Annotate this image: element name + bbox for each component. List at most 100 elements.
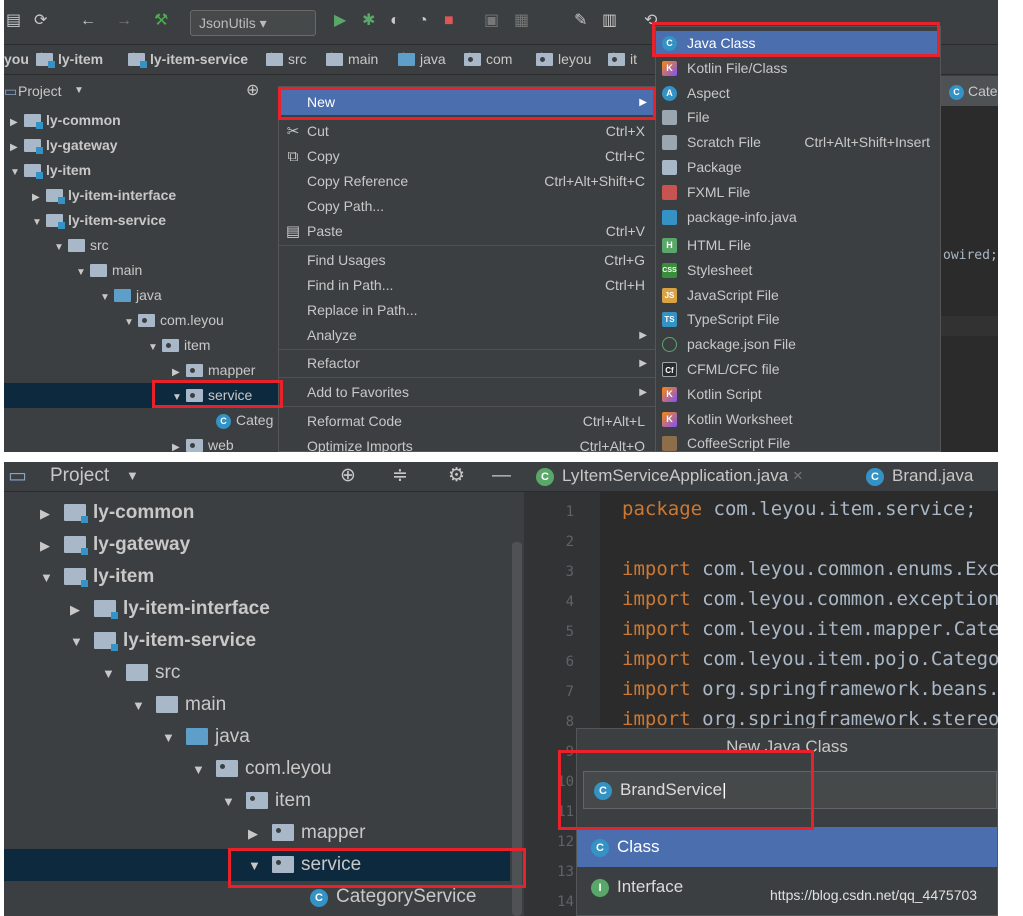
collapse-arrow-icon[interactable]: ▼	[132, 690, 156, 722]
submenu-item-stylesheet[interactable]: CSS Stylesheet	[656, 258, 940, 283]
back-icon[interactable]: ←	[80, 11, 96, 31]
run-config-combo[interactable]: JsonUtils ▾	[190, 10, 316, 36]
build-artifacts-icon[interactable]: ▣	[484, 11, 499, 31]
submenu-item-java-class[interactable]: C Java Class	[656, 31, 940, 56]
collapse-arrow-icon[interactable]: ▼	[100, 285, 114, 310]
breadcrumb-item[interactable]: 〉ly-item-service	[128, 45, 248, 74]
chevron-down-icon[interactable]: ▼	[74, 76, 84, 106]
breadcrumb-item[interactable]: 〉ly-item	[36, 45, 103, 74]
tree-item[interactable]: ▼ item	[4, 785, 510, 817]
submenu-item-kotlin-file[interactable]: K Kotlin File/Class	[656, 56, 940, 81]
expand-arrow-icon[interactable]: ▶	[32, 185, 46, 210]
tree-item[interactable]: C Categ	[4, 408, 278, 433]
forward-icon[interactable]: →	[116, 11, 132, 31]
profile-icon[interactable]: ◔	[418, 11, 428, 31]
menu-item-add-to-favorites[interactable]: Add to Favorites ▶	[279, 380, 655, 405]
tree-item[interactable]: ▼ java	[4, 721, 510, 753]
chevron-down-icon[interactable]: ▼	[126, 462, 139, 490]
menu-item-copy[interactable]: ⧉ Copy Ctrl+C	[279, 144, 655, 169]
locate-icon[interactable]: ⊕	[246, 76, 259, 106]
tree-item[interactable]: ▼ src	[4, 657, 510, 689]
expand-arrow-icon[interactable]: ▶	[10, 135, 24, 160]
submenu-item-coffeescript-file[interactable]: CoffeeScript File	[656, 431, 940, 452]
tree-item[interactable]: ▶ ly-gateway	[4, 133, 278, 158]
tree-item[interactable]: ▼ ly-item	[4, 158, 278, 183]
submenu-item-package[interactable]: Package	[656, 155, 940, 180]
tree-item[interactable]: ▼ ly-item	[4, 561, 510, 593]
tree-item[interactable]: ▼ ly-item-service	[4, 208, 278, 233]
tree-item[interactable]: ▶ ly-item-interface	[4, 183, 278, 208]
menu-item-analyze[interactable]: Analyze ▶	[279, 323, 655, 348]
menu-item-replace-in-path[interactable]: Replace in Path...	[279, 298, 655, 323]
project-panel-header[interactable]: ▭ Project ▼ ⊕ ≑ ⚙ —	[4, 462, 524, 492]
submenu-item-file[interactable]: File	[656, 105, 940, 130]
menu-item-optimize-imports[interactable]: Optimize Imports Ctrl+Alt+O	[279, 434, 655, 452]
tree-item[interactable]: ▼ main	[4, 258, 278, 283]
menu-item-copy-reference[interactable]: Copy Reference Ctrl+Alt+Shift+C	[279, 169, 655, 194]
collapse-arrow-icon[interactable]: ▼	[40, 562, 64, 594]
coverage-icon[interactable]: ◐	[390, 11, 400, 31]
submenu-item-package-info[interactable]: package-info.java	[656, 205, 940, 230]
expand-arrow-icon[interactable]: ▶	[172, 435, 186, 452]
breadcrumb-item[interactable]: 〉java	[398, 45, 446, 74]
expand-arrow-icon[interactable]: ▶	[70, 594, 94, 626]
menu-item-new[interactable]: New ▶	[279, 90, 655, 115]
tree-item[interactable]: ▼ com.leyou	[4, 308, 278, 333]
collapse-all-icon[interactable]: ≑	[392, 462, 408, 490]
breadcrumb-item[interactable]: 〉leyou	[536, 45, 591, 74]
kind-option-class[interactable]: C Class	[577, 827, 997, 867]
submenu-item-cfml-file[interactable]: Cf CFML/CFC file	[656, 357, 940, 382]
close-icon[interactable]: ×	[793, 466, 803, 485]
collapse-arrow-icon[interactable]: ▼	[222, 786, 246, 818]
submenu-item-typescript-file[interactable]: TS TypeScript File	[656, 307, 940, 332]
collapse-arrow-icon[interactable]: ▼	[102, 658, 126, 690]
editor-tab[interactable]: C Cate	[941, 76, 998, 106]
tree-item[interactable]: ▼ ly-item-service	[4, 625, 510, 657]
menu-item-reformat-code[interactable]: Reformat Code Ctrl+Alt+L	[279, 409, 655, 434]
submenu-item-javascript-file[interactable]: JS JavaScript File	[656, 283, 940, 308]
gear-icon[interactable]: ⚙	[448, 462, 465, 490]
minimize-icon[interactable]: —	[492, 462, 511, 490]
expand-arrow-icon[interactable]: ▶	[40, 498, 64, 530]
class-name-input[interactable]: C BrandService|	[583, 771, 997, 809]
breadcrumb-item[interactable]: 〉it	[608, 45, 637, 74]
submenu-item-html-file[interactable]: H HTML File	[656, 233, 940, 258]
menu-item-refactor[interactable]: Refactor ▶	[279, 351, 655, 376]
collapse-arrow-icon[interactable]: ▼	[148, 335, 162, 360]
menu-item-find-in-path[interactable]: Find in Path... Ctrl+H	[279, 273, 655, 298]
editor-tab[interactable]: C LyItemServiceApplication.java ×	[536, 462, 803, 490]
tree-item[interactable]: C CategoryService	[4, 881, 510, 913]
tree-item[interactable]: ▼ com.leyou	[4, 753, 510, 785]
tree-item[interactable]: ▼ main	[4, 689, 510, 721]
breadcrumb-item[interactable]: you	[4, 45, 29, 74]
tree-item[interactable]: ▼ item	[4, 333, 278, 358]
expand-arrow-icon[interactable]: ▶	[10, 110, 24, 135]
wrench-icon[interactable]: ✎	[574, 11, 587, 31]
debug-icon[interactable]: ✱	[362, 11, 375, 31]
locate-icon[interactable]: ⊕	[340, 462, 356, 490]
submenu-item-aspect[interactable]: A Aspect	[656, 81, 940, 106]
tree-item[interactable]: ▶ web	[4, 433, 278, 452]
collapse-arrow-icon[interactable]: ▼	[54, 235, 68, 260]
expand-arrow-icon[interactable]: ▶	[40, 530, 64, 562]
collapse-arrow-icon[interactable]: ▼	[76, 260, 90, 285]
collapse-arrow-icon[interactable]: ▼	[162, 722, 186, 754]
project-panel-header[interactable]: ▭ Project ▼ ⊕	[4, 76, 274, 106]
tree-item[interactable]: ▼ java	[4, 283, 278, 308]
collapse-arrow-icon[interactable]: ▼	[192, 754, 216, 786]
breadcrumb-item[interactable]: 〉src	[266, 45, 307, 74]
submenu-item-fxml-file[interactable]: FXML File	[656, 180, 940, 205]
project-structure-icon[interactable]: ▥	[602, 11, 617, 31]
expand-arrow-icon[interactable]: ▶	[248, 818, 272, 850]
submenu-item-kotlin-script[interactable]: K Kotlin Script	[656, 382, 940, 407]
run-icon[interactable]: ▶	[334, 11, 346, 31]
update-icon[interactable]: ▦	[514, 11, 529, 31]
menu-item-find-usages[interactable]: Find Usages Ctrl+G	[279, 248, 655, 273]
collapse-arrow-icon[interactable]: ▼	[10, 160, 24, 185]
tree-item[interactable]: ▶ ly-common	[4, 108, 278, 133]
tree-item[interactable]: ▶ ly-gateway	[4, 529, 510, 561]
collapse-arrow-icon[interactable]: ▼	[172, 385, 186, 410]
tree-item-selected[interactable]: ▼ service	[4, 383, 278, 408]
tree-item[interactable]: ▶ mapper	[4, 817, 510, 849]
sync-icon[interactable]: ⟳	[34, 11, 47, 31]
